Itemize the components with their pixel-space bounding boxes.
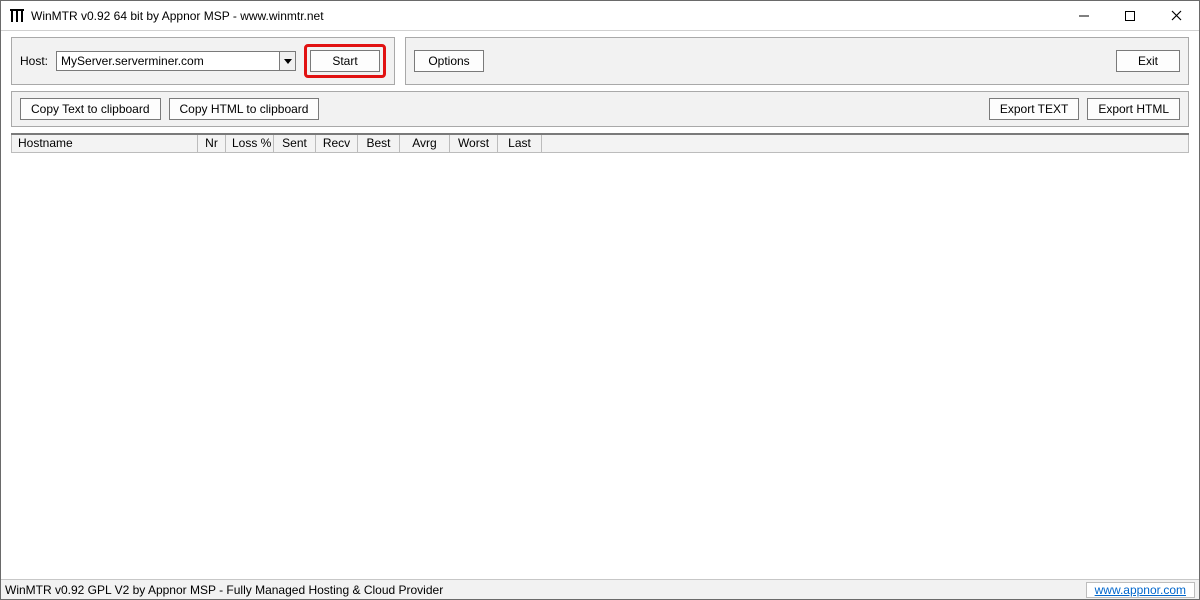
copy-html-button[interactable]: Copy HTML to clipboard xyxy=(169,98,320,120)
app-window: WinMTR v0.92 64 bit by Appnor MSP - www.… xyxy=(0,0,1200,600)
col-sent[interactable]: Sent xyxy=(274,135,316,152)
options-panel: Options Exit xyxy=(405,37,1189,85)
app-icon xyxy=(9,8,25,24)
window-controls xyxy=(1061,1,1199,30)
chevron-down-icon[interactable] xyxy=(279,52,295,70)
col-nr[interactable]: Nr xyxy=(198,135,226,152)
export-text-button[interactable]: Export TEXT xyxy=(989,98,1079,120)
col-loss[interactable]: Loss % xyxy=(226,135,274,152)
col-last[interactable]: Last xyxy=(498,135,542,152)
host-label: Host: xyxy=(20,54,48,68)
table-header[interactable]: Hostname Nr Loss % Sent Recv Best Avrg W… xyxy=(11,135,1189,153)
client-area: Host: Start Options Exit Copy Text to cl… xyxy=(1,31,1199,599)
maximize-button[interactable] xyxy=(1107,1,1153,30)
copy-text-button[interactable]: Copy Text to clipboard xyxy=(20,98,161,120)
col-recv[interactable]: Recv xyxy=(316,135,358,152)
titlebar[interactable]: WinMTR v0.92 64 bit by Appnor MSP - www.… xyxy=(1,1,1199,31)
close-button[interactable] xyxy=(1153,1,1199,30)
col-hostname[interactable]: Hostname xyxy=(12,135,198,152)
options-button[interactable]: Options xyxy=(414,50,484,72)
start-button[interactable]: Start xyxy=(310,50,380,72)
minimize-button[interactable] xyxy=(1061,1,1107,30)
window-title: WinMTR v0.92 64 bit by Appnor MSP - www.… xyxy=(31,9,1061,23)
host-panel: Host: Start xyxy=(11,37,395,85)
host-combobox[interactable] xyxy=(56,51,296,71)
status-link-cell: www.appnor.com xyxy=(1086,582,1195,598)
export-html-button[interactable]: Export HTML xyxy=(1087,98,1180,120)
col-spacer[interactable] xyxy=(542,135,1188,152)
export-panel: Copy Text to clipboard Copy HTML to clip… xyxy=(11,91,1189,127)
host-input[interactable] xyxy=(57,52,279,70)
col-avrg[interactable]: Avrg xyxy=(400,135,450,152)
exit-button[interactable]: Exit xyxy=(1116,50,1180,72)
top-toolbar: Host: Start Options Exit xyxy=(1,31,1199,91)
start-highlight: Start xyxy=(304,44,386,78)
appnor-link[interactable]: www.appnor.com xyxy=(1095,583,1186,597)
col-best[interactable]: Best xyxy=(358,135,400,152)
col-worst[interactable]: Worst xyxy=(450,135,498,152)
table-body xyxy=(11,153,1189,573)
status-text: WinMTR v0.92 GPL V2 by Appnor MSP - Full… xyxy=(5,583,1086,597)
statusbar: WinMTR v0.92 GPL V2 by Appnor MSP - Full… xyxy=(1,579,1199,599)
export-toolbar-row: Copy Text to clipboard Copy HTML to clip… xyxy=(1,91,1199,133)
results-table: Hostname Nr Loss % Sent Recv Best Avrg W… xyxy=(11,133,1189,573)
